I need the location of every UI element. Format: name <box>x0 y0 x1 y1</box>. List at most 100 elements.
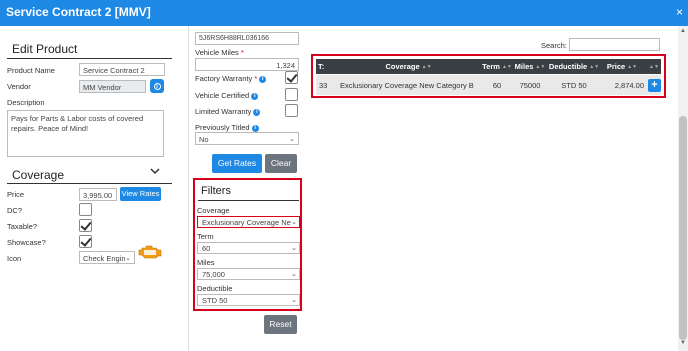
info-icon: i <box>153 83 161 90</box>
vehicle-miles-label-text: Vehicle Miles <box>195 48 239 57</box>
heading-divider <box>7 58 172 59</box>
icon-select[interactable]: Check Engin ⌄ <box>79 251 135 264</box>
chevron-down-icon[interactable] <box>150 167 160 177</box>
icon-label: Icon <box>7 254 22 263</box>
price-input[interactable]: 3,995.00 <box>79 188 117 201</box>
filter-deductible-value: STD 50 <box>202 296 228 305</box>
cell-deductible: STD 50 <box>561 80 587 90</box>
check-engine-icon <box>138 243 164 261</box>
modal-header: Service Contract 2 [MMV] × <box>0 0 688 26</box>
scrollbar-thumb[interactable] <box>679 116 687 340</box>
chevron-down-icon: ⌄ <box>291 244 297 252</box>
vehicle-miles-label: Vehicle Miles * <box>195 48 244 57</box>
cell-miles: 75000 <box>519 80 541 90</box>
info-icon[interactable]: i <box>251 125 259 132</box>
sort-icon: ▲▼ <box>589 63 600 70</box>
chevron-down-icon: ⌄ <box>125 255 131 262</box>
sort-icon: ▲▼ <box>421 63 432 70</box>
coverage-divider <box>7 183 172 184</box>
filter-miles-select[interactable]: 75,000 ⌄ <box>197 268 300 280</box>
column-header-miles[interactable]: Miles ▲▼ <box>514 59 546 74</box>
showcase-checkbox[interactable] <box>79 235 92 248</box>
filter-coverage-label: Coverage <box>197 206 230 215</box>
edit-product-heading: Edit Product <box>12 42 78 56</box>
dc-checkbox[interactable] <box>79 203 92 216</box>
product-name-input[interactable]: Service Contract 2 <box>79 63 165 76</box>
factory-warranty-label: Factory Warranty * i <box>195 74 267 83</box>
filter-deductible-select[interactable]: STD 50 ⌄ <box>197 294 300 306</box>
filter-coverage-select[interactable]: Exclusionary Coverage New ⌄ <box>197 216 300 228</box>
rates-table: T: Coverage ▲▼ Term ▲▼ Miles ▲▼ Deductible ▲… <box>311 54 666 98</box>
column-header-coverage[interactable]: Coverage ▲▼ <box>336 59 481 74</box>
limited-warranty-label-text: Limited Warranty <box>195 107 252 116</box>
required-marker: * <box>254 74 258 83</box>
vehicle-certified-label-text: Vehicle Certified <box>195 91 250 100</box>
showcase-label: Showcase? <box>7 238 46 247</box>
coverage-heading: Coverage <box>12 168 65 182</box>
search-label: Search: <box>541 41 567 50</box>
filter-deductible-label: Deductible <box>197 284 233 293</box>
filters-heading: Filters <box>201 185 231 197</box>
vendor-input[interactable]: MM Vendor <box>79 80 146 93</box>
column-header-label: Term <box>482 62 500 71</box>
product-name-label: Product Name <box>7 66 55 75</box>
filter-miles-label: Miles <box>197 258 215 267</box>
filter-miles-value: 75,000 <box>202 270 225 279</box>
scroll-down-icon[interactable]: ▼ <box>680 340 686 346</box>
get-rates-button[interactable]: Get Rates <box>212 154 262 173</box>
factory-warranty-label-text: Factory Warranty <box>195 74 253 83</box>
vendor-label: Vendor <box>7 82 31 91</box>
previously-titled-label-text: Previously Titled <box>195 123 250 132</box>
cell-coverage: Exclusionary Coverage New Category B <box>340 80 474 90</box>
scroll-up-icon[interactable]: ▲ <box>680 28 686 34</box>
dc-label: DC? <box>7 206 23 215</box>
previously-titled-label: Previously Titled i <box>195 123 259 132</box>
info-icon[interactable]: i <box>251 93 259 100</box>
clear-button[interactable]: Clear <box>265 154 297 173</box>
required-marker: * <box>240 48 244 57</box>
column-header-term[interactable]: Term ▲▼ <box>482 59 512 74</box>
filter-term-value: 60 <box>202 244 211 253</box>
filters-panel: Filters Coverage Exclusionary Coverage N… <box>193 178 302 311</box>
add-rate-button[interactable]: + <box>648 79 661 92</box>
sort-icon: ▲▼ <box>535 63 546 70</box>
cell-price: 2,874.00 <box>614 80 644 90</box>
limited-warranty-checkbox[interactable] <box>285 104 298 117</box>
filters-divider <box>198 200 299 201</box>
info-icon[interactable]: i <box>253 109 261 116</box>
info-icon[interactable]: i <box>259 76 267 83</box>
description-textarea[interactable]: Pays for Parts & Labor costs of covered … <box>7 110 164 157</box>
taxable-checkbox[interactable] <box>79 219 92 232</box>
limited-warranty-label: Limited Warranty i <box>195 107 261 116</box>
column-header-label: Deductible <box>548 62 588 71</box>
previously-titled-value: No <box>199 135 209 144</box>
vehicle-certified-checkbox[interactable] <box>285 88 298 101</box>
search-input[interactable] <box>569 38 660 51</box>
column-header-label: Price <box>606 62 626 71</box>
vin-input[interactable]: 5J6RS6H88RL036166 <box>195 32 299 45</box>
description-label: Description <box>7 98 45 107</box>
factory-warranty-checkbox[interactable] <box>285 71 298 84</box>
sort-icon: ▲▼ <box>501 63 512 70</box>
taxable-label: Taxable? <box>7 222 38 231</box>
icon-select-value: Check Engin <box>83 254 126 263</box>
previously-titled-select[interactable]: No ⌄ <box>195 132 299 145</box>
column-divider <box>188 26 189 351</box>
vendor-info-button[interactable]: i <box>150 79 164 93</box>
column-header-t[interactable]: T: <box>318 59 334 74</box>
table-row[interactable]: 33 Exclusionary Coverage New Category B … <box>316 75 661 95</box>
price-label: Price <box>7 190 25 199</box>
vehicle-miles-input[interactable]: 1,324 <box>195 58 299 71</box>
filter-term-select[interactable]: 60 ⌄ <box>197 242 300 254</box>
vehicle-certified-label: Vehicle Certified i <box>195 91 259 100</box>
modal-title: Service Contract 2 [MMV] <box>6 5 151 19</box>
filter-coverage-value: Exclusionary Coverage New <box>202 218 297 227</box>
reset-button[interactable]: Reset <box>264 315 297 334</box>
chevron-down-icon: ⌄ <box>291 270 297 278</box>
column-header-deductible[interactable]: Deductible ▲▼ <box>548 59 600 74</box>
scrollbar[interactable]: ▲ ▼ <box>678 26 688 351</box>
column-header-price[interactable]: Price ▲▼ <box>602 59 642 74</box>
view-rates-button[interactable]: View Rates <box>120 187 161 201</box>
close-icon[interactable]: × <box>676 5 683 19</box>
sort-icon[interactable]: ▲▼ <box>646 59 660 74</box>
